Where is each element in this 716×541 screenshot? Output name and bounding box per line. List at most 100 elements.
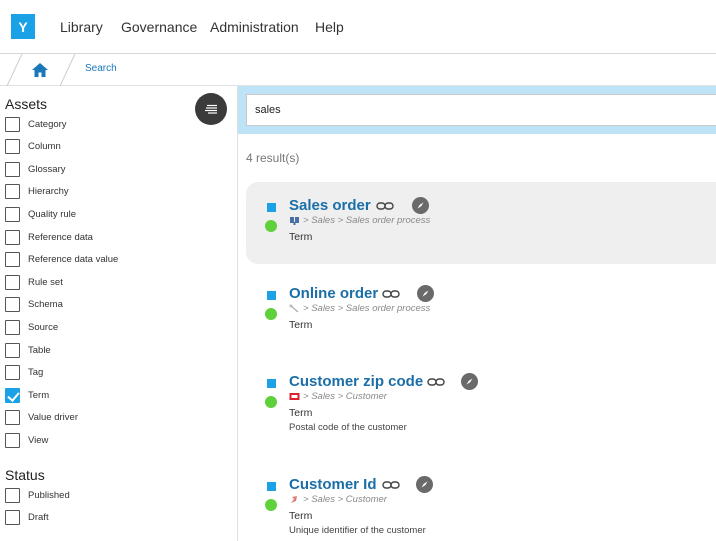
asset-filter-option[interactable]: Hierarchy [5, 184, 69, 200]
status-filter-option[interactable]: Draft [5, 509, 49, 525]
checkbox[interactable] [5, 297, 20, 313]
asset-filter-option[interactable]: Category [5, 116, 67, 132]
asset-type-marker [267, 203, 276, 212]
asset-filter-option[interactable]: Reference data value [5, 252, 118, 268]
checkbox[interactable] [5, 319, 20, 335]
path-segment[interactable]: Sales [311, 391, 335, 402]
explore-compass-icon[interactable] [412, 197, 429, 214]
status-dot [265, 396, 277, 408]
checkbox[interactable] [5, 139, 20, 155]
path-segment[interactable]: Sales order process [346, 215, 430, 226]
checkbox[interactable] [5, 229, 20, 245]
checkbox[interactable] [5, 509, 20, 525]
filter-label: Reference data [28, 231, 93, 243]
sort-lines-icon [205, 104, 217, 114]
asset-filter-option[interactable]: Source [5, 319, 58, 335]
customer-icon [289, 393, 300, 400]
asset-filter-option[interactable]: Glossary [5, 161, 65, 177]
asset-filter-option[interactable]: Schema [5, 297, 63, 313]
filter-label: Table [28, 344, 51, 356]
result-description: Unique identifier of the customer [289, 525, 426, 536]
asset-type-marker [267, 379, 276, 388]
path-segment[interactable]: Sales [311, 215, 335, 226]
path-segment[interactable]: Customer [346, 391, 387, 402]
checkbox[interactable] [5, 410, 20, 426]
checkbox[interactable] [5, 365, 20, 381]
checkbox[interactable] [5, 116, 20, 132]
breadcrumb-search[interactable]: Search [85, 63, 117, 74]
asset-filter-option[interactable]: Term [5, 387, 49, 403]
explore-compass-icon[interactable] [417, 285, 434, 302]
path-separator: > [303, 215, 309, 226]
checkbox[interactable] [5, 487, 20, 503]
status-filter-option[interactable]: Published [5, 487, 70, 503]
pin-icon [291, 496, 297, 503]
status-dot [265, 499, 277, 511]
asset-filter-option[interactable]: Value driver [5, 410, 78, 426]
status-dot [265, 220, 277, 232]
breadcrumb-separator [59, 54, 76, 86]
checkbox[interactable] [5, 206, 20, 222]
link-icon[interactable] [376, 200, 394, 212]
result-type: Term [289, 407, 313, 419]
checkbox[interactable] [5, 342, 20, 358]
result-path: > Sales > Customer [289, 391, 387, 402]
filter-label: Source [28, 321, 59, 333]
asset-filter-option[interactable]: Quality rule [5, 206, 76, 222]
filter-label: Term [28, 389, 50, 401]
asset-filter-option[interactable]: View [5, 432, 48, 448]
filter-label: Glossary [28, 163, 66, 175]
asset-type-marker [267, 291, 276, 300]
checkbox[interactable] [5, 161, 20, 177]
result-path: > Sales > Sales order process [289, 303, 430, 314]
checkbox[interactable] [5, 252, 20, 268]
result-title-link[interactable]: Customer zip code [289, 373, 423, 390]
checkbox[interactable] [5, 432, 20, 448]
nav-governance[interactable]: Governance [121, 19, 197, 35]
link-icon[interactable] [427, 376, 445, 388]
home-icon[interactable] [31, 61, 49, 79]
link-icon[interactable] [382, 479, 400, 491]
path-segment[interactable]: Sales [311, 494, 335, 505]
asset-filter-option[interactable]: Rule set [5, 274, 63, 290]
asset-filter-option[interactable]: Table [5, 342, 51, 358]
result-description: Postal code of the customer [289, 422, 407, 433]
filter-label: Rule set [28, 276, 63, 288]
checkbox[interactable] [5, 184, 20, 200]
asset-filter-option[interactable]: Tag [5, 365, 43, 381]
result-path: > Sales > Customer [289, 494, 387, 505]
path-segment[interactable]: Sales [311, 303, 335, 314]
process-icon [289, 304, 299, 313]
glossary-icon [290, 217, 299, 225]
results-count: 4 result(s) [246, 151, 300, 165]
filter-label: Category [28, 118, 67, 130]
checkbox[interactable] [5, 387, 20, 403]
filter-label: View [28, 434, 49, 446]
filter-label: Schema [28, 299, 63, 311]
explore-compass-icon[interactable] [416, 476, 433, 493]
nav-administration[interactable]: Administration [210, 19, 299, 35]
assets-heading: Assets [5, 96, 48, 112]
filter-menu-button[interactable] [195, 93, 227, 125]
asset-filter-option[interactable]: Reference data [5, 229, 93, 245]
nav-help[interactable]: Help [315, 19, 344, 35]
path-segment[interactable]: Sales order process [346, 303, 430, 314]
link-icon[interactable] [382, 288, 400, 300]
explore-compass-icon[interactable] [461, 373, 478, 390]
search-input[interactable] [246, 94, 716, 126]
path-segment[interactable]: Customer [346, 494, 387, 505]
path-separator: > [303, 391, 309, 402]
asset-filter-option[interactable]: Column [5, 139, 61, 155]
breadcrumb: Search [0, 54, 716, 86]
filter-label: Published [28, 489, 70, 501]
result-title-link[interactable]: Customer Id [289, 476, 377, 493]
filter-label: Tag [28, 367, 44, 379]
result-title-link[interactable]: Online order [289, 285, 378, 302]
path-separator: > [303, 494, 309, 505]
filter-label: Reference data value [28, 254, 119, 266]
status-heading: Status [5, 467, 45, 483]
result-title-link[interactable]: Sales order [289, 197, 371, 214]
app-logo[interactable]: Y [11, 14, 35, 39]
nav-library[interactable]: Library [60, 19, 103, 35]
checkbox[interactable] [5, 274, 20, 290]
